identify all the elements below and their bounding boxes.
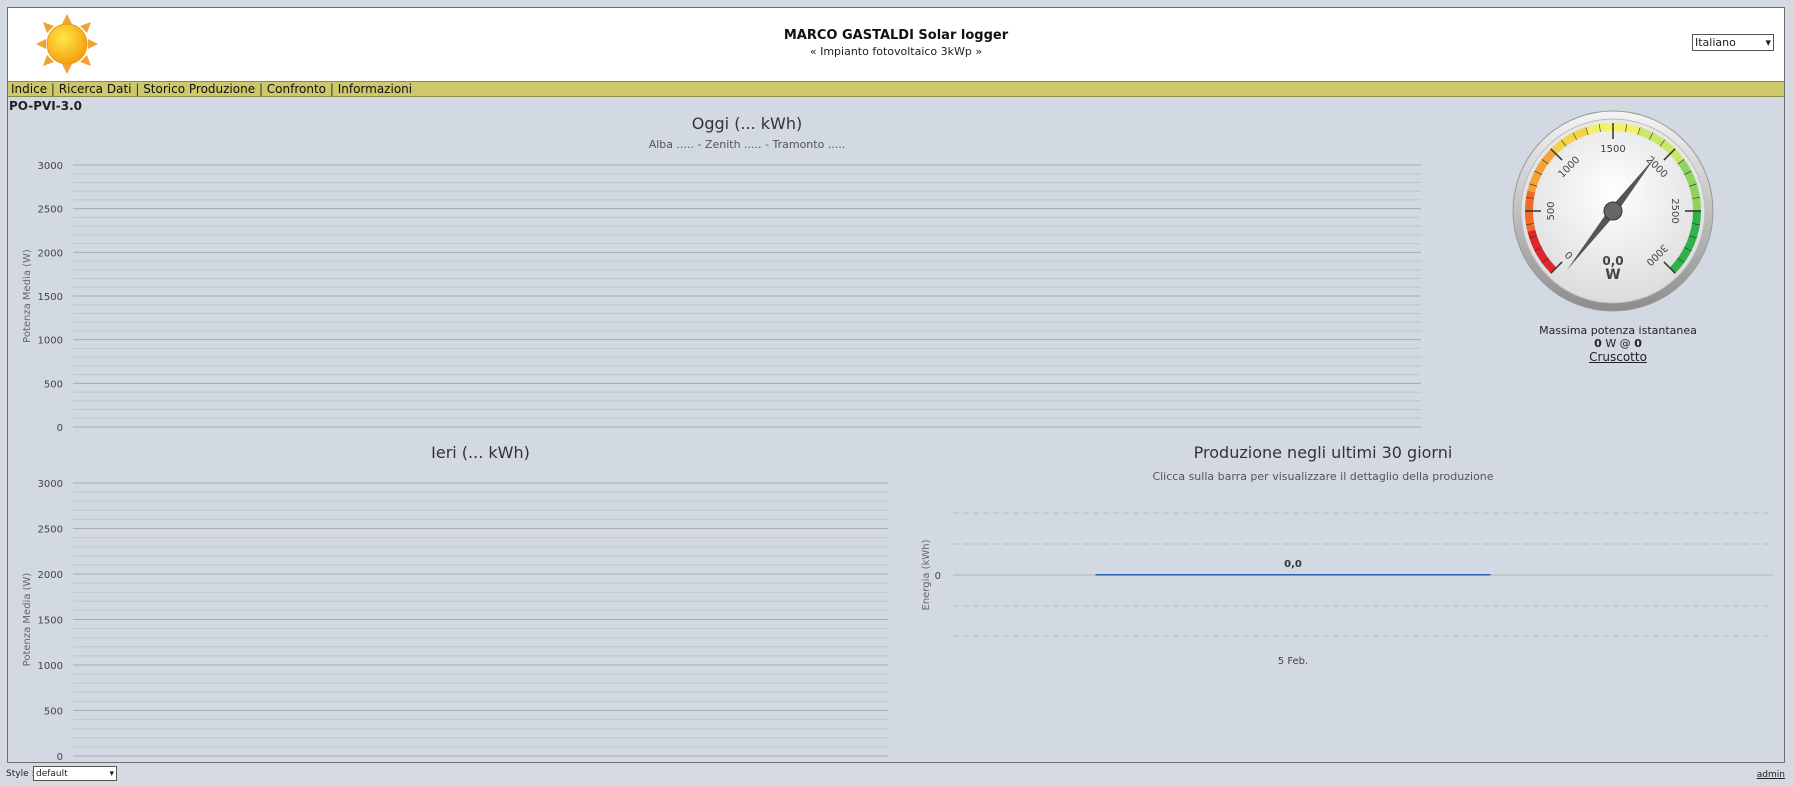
gauge-tick-label: 1500 [1600,144,1625,155]
language-select-value: Italiano [1695,36,1736,49]
y-tick-label: 1000 [38,661,63,672]
y-axis-label: Energia (kWh) [921,539,932,610]
y-tick-label: 3000 [38,479,63,490]
header: MARCO GASTALDI Solar logger « Impianto f… [8,8,1784,82]
chart-title: Produzione negli ultimi 30 giorni [1194,443,1453,462]
chart-subtitle: Clicca sulla barra per visualizzare il d… [1152,470,1493,483]
y-tick-label: 0 [57,423,63,434]
dashboard-link[interactable]: Cruscotto [1498,350,1738,364]
y-tick-label: 500 [44,379,63,390]
chevron-down-icon: ▾ [109,768,114,779]
style-label: Style : [6,769,35,779]
footer: Style : default ▾ admin [0,764,1793,786]
gauge-tick-label: 500 [1546,201,1557,220]
y-tick-label: 1000 [38,336,63,347]
style-select-value: default [36,768,68,779]
power-gauge: 0500100015002000250030000,0W [1512,110,1714,312]
chart-title: Oggi (... kWh) [692,114,803,133]
gauge-value: 0,0 [1602,254,1623,268]
x-tick-label: 5 Feb. [1278,656,1308,667]
gauge-tick-label: 2500 [1669,198,1680,223]
max-power-value: 0 W @ 0 [1498,337,1738,350]
y-tick-label: 0 [935,571,941,582]
y-tick-label: 2500 [38,525,63,536]
chart-title: Ieri (... kWh) [431,443,530,462]
nav-item-confronto[interactable]: Confronto [267,82,326,96]
y-tick-label: 0 [57,752,63,763]
nav-item-ricerca-dati[interactable]: Ricerca Dati [59,82,132,96]
chevron-down-icon: ▾ [1765,36,1771,49]
bar [1095,574,1491,576]
max-power-time: 0 [1634,337,1642,350]
y-tick-label: 1500 [38,616,63,627]
max-power-unit: W @ [1605,337,1631,350]
y-tick-label: 2000 [38,570,63,581]
app-title: MARCO GASTALDI Solar logger [783,28,1009,43]
y-tick-label: 2000 [38,248,63,259]
style-select[interactable]: default ▾ [33,766,117,781]
y-tick-label: 1500 [38,292,63,303]
y-tick-label: 2500 [38,205,63,216]
chart-today: Oggi (... kWh) Alba ..... - Zenith ..... … [22,114,1421,434]
chart-subtitle: Alba ..... - Zenith ..... - Tramonto ...… [649,138,846,151]
chart-30days: Produzione negli ultimi 30 giorni Clicca … [921,443,1773,667]
app-subtitle: « Impianto fotovoltaico 3kWp » [809,45,983,58]
page-frame: MARCO GASTALDI Solar logger « Impianto f… [7,7,1785,763]
max-power-watts: 0 [1594,337,1602,350]
y-axis-label: Potenza Media (W) [22,249,33,343]
max-power-label: Massima potenza istantanea [1539,324,1697,337]
nav-item-storico-produzione[interactable]: Storico Produzione [143,82,255,96]
nav-item-informazioni[interactable]: Informazioni [338,82,412,96]
nav-bar: Indice | Ricerca Dati | Storico Produzio… [8,82,1784,97]
gauge-hub [1603,201,1623,221]
data-label: 0,0 [1284,559,1302,570]
language-select[interactable]: Italiano ▾ [1692,34,1774,51]
y-tick-label: 500 [44,707,63,718]
gauge-info: Massima potenza istantanea 0 W @ 0 Crusc… [1498,324,1738,364]
y-tick-label: 3000 [38,161,63,172]
gauge-unit: W [1605,267,1620,283]
chart-yesterday: Ieri (... kWh) 3000 2500 2000 1500 1000 500 0 Po… [22,443,888,763]
y-axis-label: Potenza Media (W) [22,573,33,667]
admin-link[interactable]: admin [1757,770,1785,780]
nav-item-indice[interactable]: Indice [11,82,47,96]
